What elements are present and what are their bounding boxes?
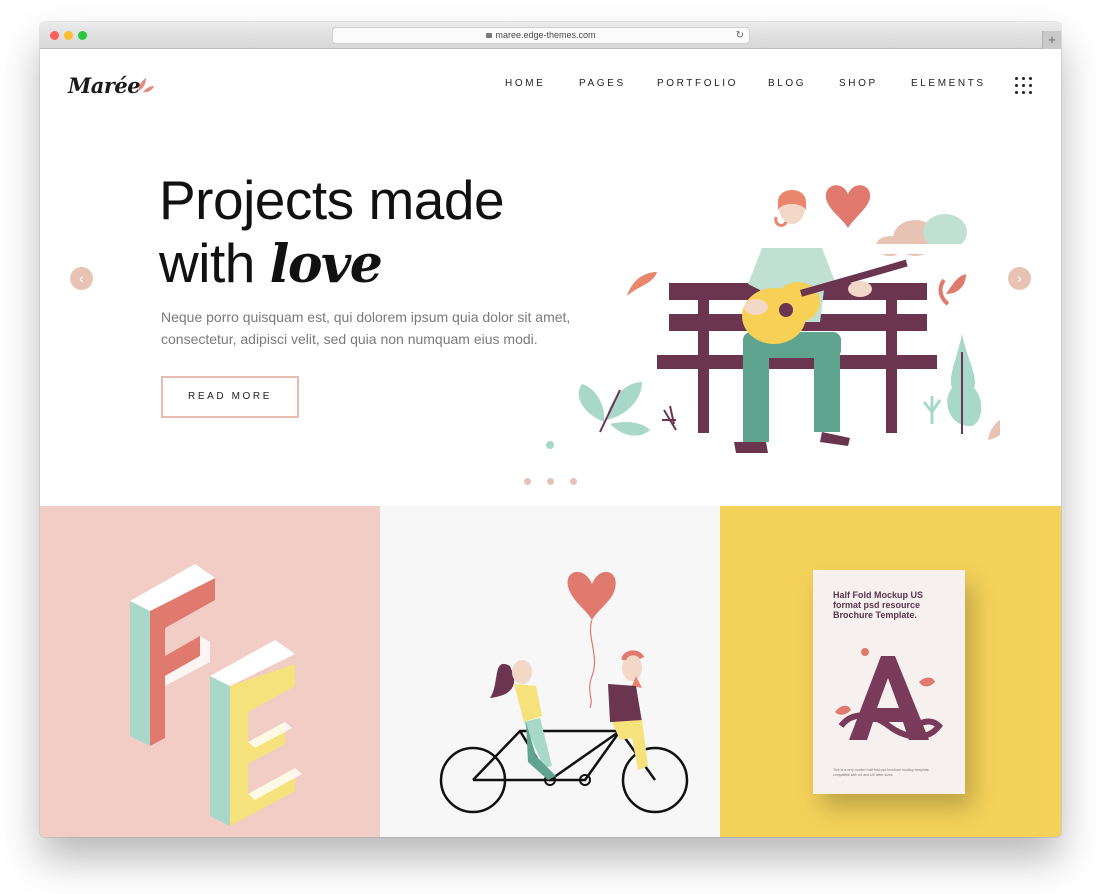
slider-dot[interactable] [524,478,531,485]
slider-dot[interactable] [547,478,554,485]
reload-icon[interactable]: ↻ [736,28,744,43]
browser-window: maree.edge-themes.com ↻ + Marée HOME PAG… [40,22,1061,837]
brochure-caption: This is a very modern half fold psd broc… [833,768,929,777]
close-window-button[interactable] [50,31,59,40]
address-text: maree.edge-themes.com [495,30,596,40]
slider-dot[interactable] [570,478,577,485]
browser-titlebar: maree.edge-themes.com ↻ + [40,22,1061,49]
nav-item-elements[interactable]: ELEMENTS [911,78,986,89]
letter-a-ornament-icon [835,648,943,740]
portfolio-tile-brochure[interactable]: Half Fold Mockup US format psd resource … [720,506,1061,837]
hero-title-emphasis: love [269,234,383,295]
zoom-window-button[interactable] [78,31,87,40]
hero-title-line1: Projects made [159,169,505,231]
tandem-bicycle-illustration [439,571,689,814]
hero-title-plain: with [159,232,255,294]
menu-grid-icon[interactable] [1015,77,1032,94]
hero-title: Projects made with love [159,169,505,296]
portfolio-tile-letters[interactable] [40,506,380,837]
site-logo[interactable]: Marée [68,73,141,98]
brochure-mockup: Half Fold Mockup US format psd resource … [813,570,965,794]
plant-icon [578,382,677,436]
nav-item-pages[interactable]: PAGES [579,78,626,89]
minimize-window-button[interactable] [64,31,73,40]
lock-icon [486,33,493,38]
leaf-icon [138,78,154,93]
nav-item-portfolio[interactable]: PORTFOLIO [657,78,738,89]
brochure-title: Half Fold Mockup US format psd resource … [833,590,923,620]
isometric-letters-illustration [130,564,302,826]
slider-next-button[interactable]: › [1008,267,1031,290]
portfolio-tile-bicycle[interactable] [380,506,720,837]
heart-icon [825,185,871,228]
nav-item-home[interactable]: HOME [505,78,545,90]
nav-item-shop[interactable]: SHOP [839,78,878,89]
new-tab-button[interactable]: + [1042,31,1061,49]
nav-item-blog[interactable]: BLOG [768,78,806,89]
guitarist-illustration [578,185,1000,453]
heart-balloon-icon [567,571,616,620]
address-bar[interactable]: maree.edge-themes.com ↻ [332,27,750,44]
cloud-icon [874,214,984,256]
tree-icon [922,334,1000,440]
slider-prev-button[interactable]: ‹ [70,267,93,290]
read-more-button[interactable]: READ MORE [161,376,299,418]
